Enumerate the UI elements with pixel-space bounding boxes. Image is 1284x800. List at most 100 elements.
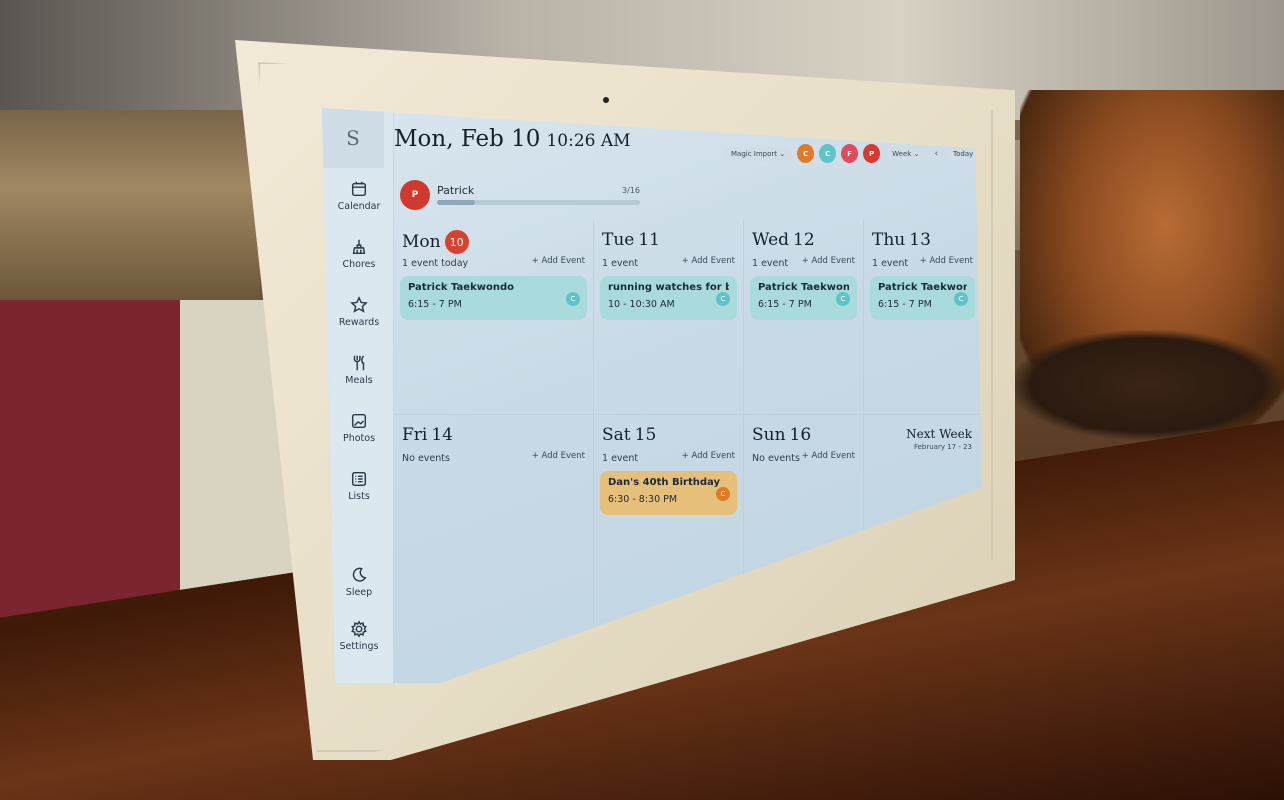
day-label: Sat [602, 425, 631, 445]
header-time: 10:26 AM [546, 131, 631, 151]
camera-lens [603, 97, 609, 103]
day-event-count: No events [402, 453, 450, 464]
sidebar-item-label: Sleep [345, 587, 373, 598]
day-cell-tue[interactable]: Tue 11 1 event + Add Event running watches f… [594, 220, 744, 415]
sidebar-item-label: Rewards [338, 317, 380, 328]
list-icon [350, 470, 368, 488]
progress-bar [437, 200, 640, 205]
event-card[interactable]: Dan's 40th Birthday 6:30 - 8:30 PM C [600, 471, 737, 515]
day-cell-thu[interactable]: Thu131 event+ Add EventPatrick Taekwondo… [864, 220, 982, 415]
day-event-count: No events [752, 453, 800, 464]
avatar: P [400, 180, 430, 210]
day-label: Fri [402, 425, 428, 445]
event-card[interactable]: Patrick Taekwondo6:15 - 7 PMC [400, 276, 587, 320]
event-owner-avatar: C [716, 292, 730, 306]
profile-filter-avatar[interactable]: P [863, 144, 881, 163]
sidebar-item-label: Lists [348, 491, 370, 502]
day-heading: Sat 15 [602, 425, 656, 445]
event-card[interactable]: Patrick Taekwondo6:15 - 7 PMC [750, 276, 857, 320]
day-heading: Mon 10 [402, 230, 469, 254]
profile-name: Patrick [437, 184, 475, 197]
add-event-button[interactable]: + Add Event [532, 256, 585, 266]
chevron-down-icon: ⌄ [779, 149, 786, 158]
day-event-count: 1 event today [402, 258, 469, 269]
event-title: running watches for beginners du [608, 282, 729, 293]
broom-icon [350, 238, 368, 256]
sidebar-item-photos[interactable]: Photos [326, 412, 392, 444]
add-event-button[interactable]: + Add Event [920, 256, 973, 266]
event-owner-avatar: C [954, 292, 968, 306]
sidebar-item-sleep[interactable]: Sleep [326, 566, 392, 598]
event-title: Patrick Taekwondo [758, 282, 849, 293]
day-number: 11 [638, 230, 660, 250]
profile-filter-avatar[interactable]: C [819, 144, 837, 163]
next-week-title: Next Week [906, 427, 972, 441]
day-event-count: 1 event [602, 453, 639, 464]
sidebar-item-label: Calendar [337, 201, 381, 212]
sidebar-item-settings[interactable]: Settings [326, 620, 392, 652]
event-card[interactable]: running watches for beginners du 10 - 10:… [600, 276, 737, 320]
sidebar-item-label: Chores [342, 259, 376, 270]
toolbar: Magic Import ⌄ C C F P Week ⌄ ‹ Today › [724, 144, 982, 163]
sidebar-item-lists[interactable]: Lists [326, 470, 392, 502]
event-time: 6:30 - 8:30 PM [608, 494, 678, 505]
sidebar-item-calendar[interactable]: Calendar [326, 180, 392, 212]
add-event-button[interactable]: + Add Event [802, 256, 855, 266]
elephant-statue-base [1010, 330, 1284, 440]
event-card[interactable]: Patrick Taekwondo6:15 - 7 PMC [870, 276, 975, 320]
magic-import-button[interactable]: Magic Import ⌄ [724, 146, 793, 161]
day-number: 16 [789, 425, 812, 445]
day-heading: Tue 11 [602, 230, 660, 250]
sidebar-item-label: Photos [342, 433, 376, 444]
sidebar-item-rewards[interactable]: Rewards [326, 296, 392, 328]
star-icon [350, 296, 368, 314]
event-time: 6:15 - 7 PM [408, 299, 462, 310]
event-title: Dan's 40th Birthday [608, 477, 720, 488]
day-label: Mon [402, 232, 441, 252]
progress-bar-fill [437, 200, 476, 205]
day-label: Wed [752, 230, 790, 250]
event-title: Patrick Taekwondo [878, 282, 967, 293]
sidebar-item-chores[interactable]: Chores [326, 238, 392, 270]
app-logo[interactable]: S [322, 108, 384, 168]
profile-progress[interactable]: P Patrick 3/16 [400, 180, 640, 212]
day-label: Thu [872, 230, 906, 250]
event-time: 10 - 10:30 AM [608, 299, 675, 310]
moon-icon [350, 566, 368, 584]
add-event-button[interactable]: + Add Event [682, 256, 735, 266]
profile-count: 3/16 [622, 186, 640, 195]
background-shelf [0, 110, 260, 305]
profile-filter-avatar[interactable]: F [841, 144, 859, 163]
today-button[interactable]: Today [946, 146, 981, 161]
day-label: Sun [752, 425, 786, 445]
sidebar-item-meals[interactable]: Meals [326, 354, 392, 386]
day-cell-wed[interactable]: Wed12 1 event + Add Event Patrick Taekwondo… [744, 220, 864, 415]
event-title: Patrick Taekwondo [408, 282, 514, 293]
day-heading: Sun 16 [752, 425, 811, 445]
day-cell-mon[interactable]: Mon 10 1 event today + Add Event Patrick Tae… [394, 220, 594, 415]
magic-import-label: Magic Import [731, 149, 778, 158]
add-event-button[interactable]: + Add Event [802, 451, 855, 461]
add-event-button[interactable]: + Add Event [682, 451, 735, 461]
calendar-icon [350, 180, 368, 198]
day-number: 12 [793, 230, 815, 250]
day-number: 14 [431, 425, 453, 445]
event-owner-avatar: C [836, 292, 850, 306]
day-heading: Wed 12 [752, 230, 815, 250]
gear-icon [350, 620, 368, 638]
day-number: 13 [909, 230, 931, 250]
day-event-count: 1 event [752, 258, 789, 269]
add-event-button[interactable]: + Add Event [532, 451, 585, 461]
event-owner-avatar: C [716, 487, 730, 501]
next-week-range: February 17 - 23 [913, 443, 972, 451]
profile-filter-avatar[interactable]: C [797, 144, 815, 163]
chevron-down-icon: ⌄ [913, 149, 920, 158]
header-date: Mon, Feb 10 [394, 126, 541, 152]
chevron-left-icon[interactable]: ‹ [931, 149, 941, 159]
page-title: Mon, Feb 10 10:26 AM [394, 126, 631, 152]
view-select[interactable]: Week ⌄ [885, 146, 927, 161]
day-number: 15 [634, 425, 657, 445]
sidebar-item-label: Settings [339, 641, 379, 652]
day-heading: Fri 14 [402, 425, 453, 445]
day-label: Tue [602, 230, 635, 250]
